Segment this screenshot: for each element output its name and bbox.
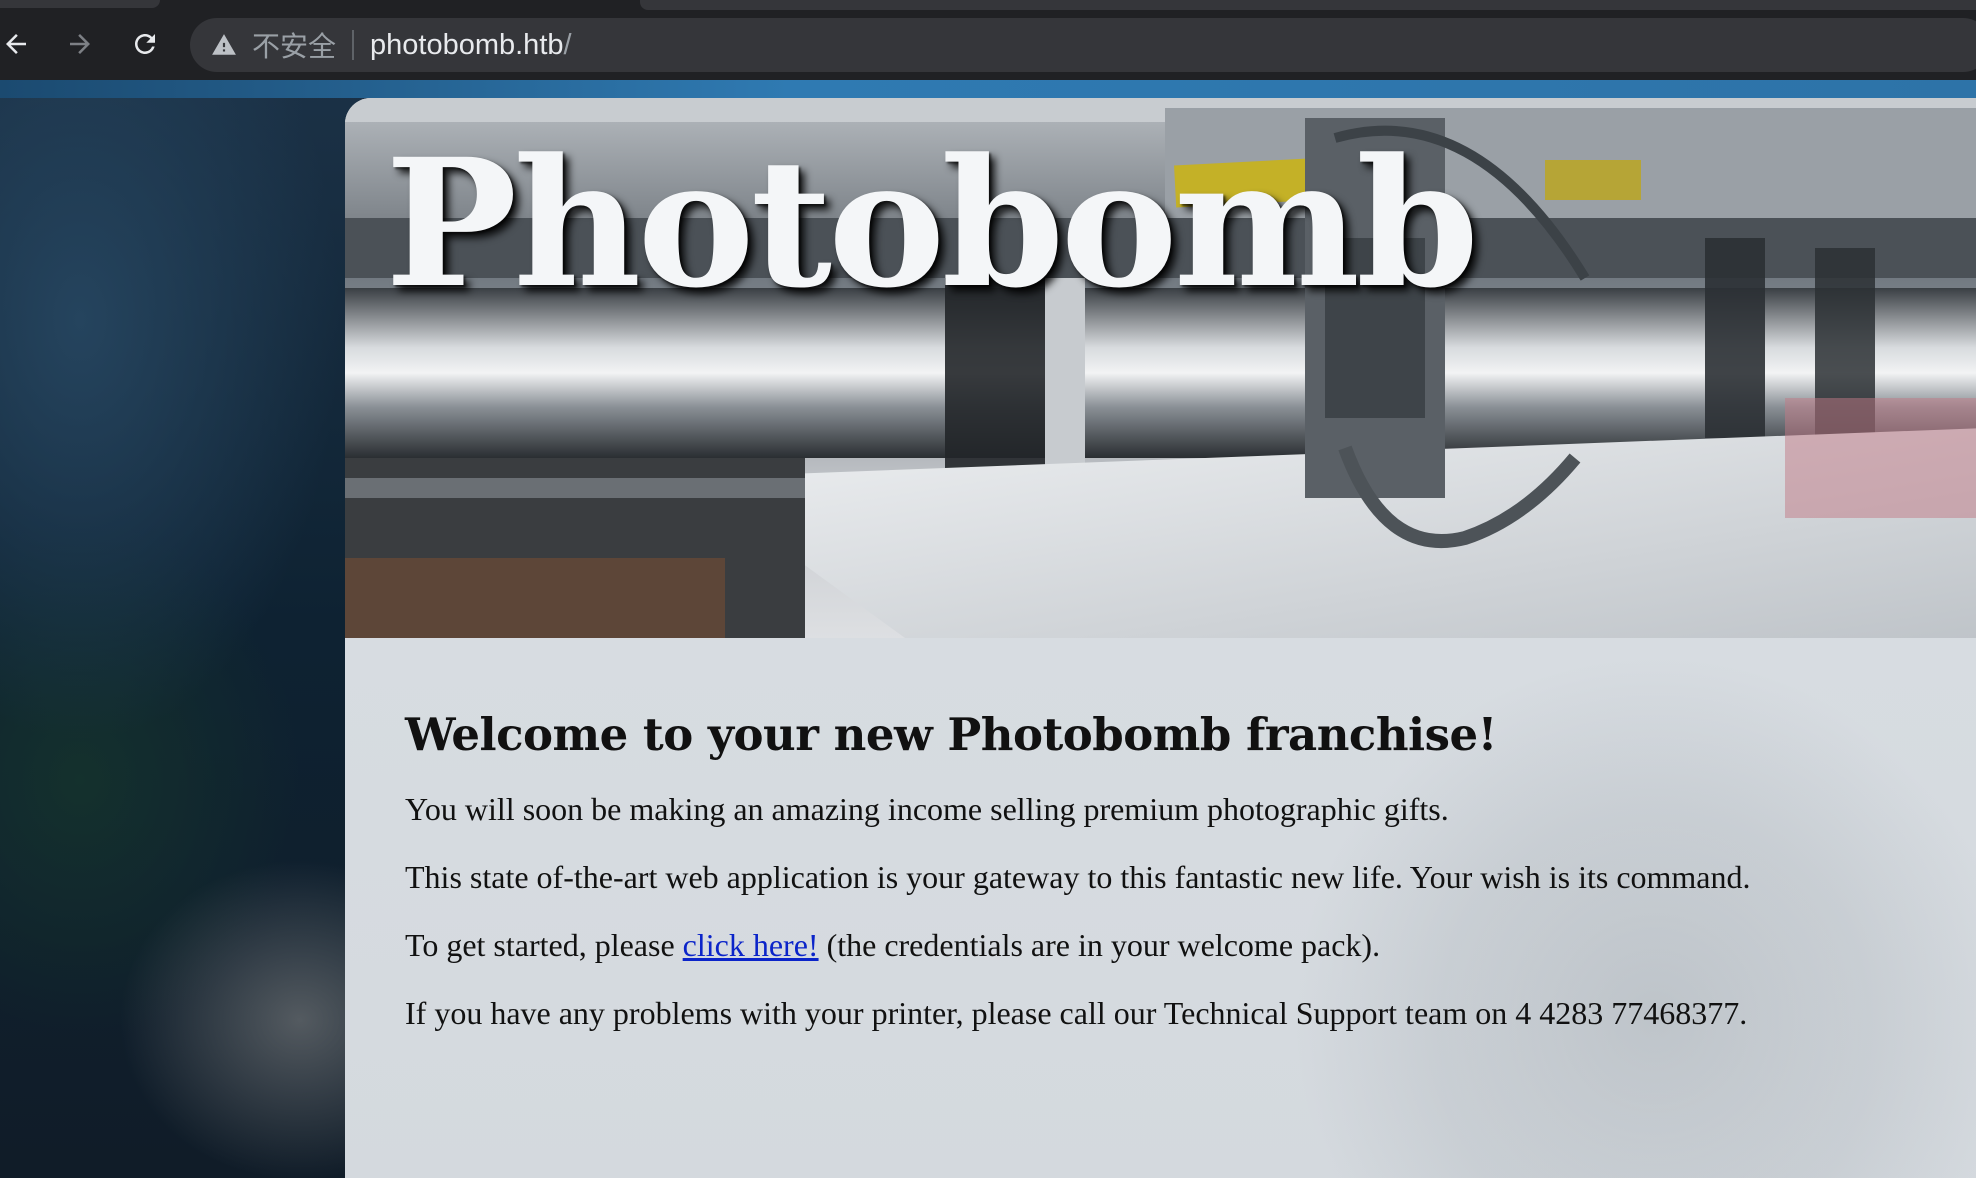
back-arrow-icon (6, 34, 26, 54)
get-started-suffix: (the credentials are in your welcome pac… (818, 927, 1381, 963)
omnibox-divider (352, 30, 355, 60)
hero-banner: Photobomb (345, 98, 1976, 638)
get-started-paragraph: To get started, please click here! (the … (405, 925, 1965, 965)
forward-arrow-icon (70, 34, 90, 54)
forward-button[interactable] (60, 24, 100, 64)
content-body: Welcome to your new Photobomb franchise!… (405, 708, 1965, 1061)
support-paragraph: If you have any problems with your print… (405, 995, 1748, 1031)
welcome-heading: Welcome to your new Photobomb franchise! (405, 708, 1497, 761)
reload-icon (135, 34, 155, 54)
tab-strip-edge (0, 0, 160, 8)
page-viewport: Photobomb Welcome to your new Photobomb … (0, 80, 1976, 1178)
gateway-paragraph: This state of-the-art web application is… (405, 859, 1751, 895)
back-button[interactable] (0, 24, 36, 64)
site-title: Photobomb (385, 120, 1479, 327)
browser-toolbar: 不安全 photobomb.htb/ (0, 0, 1976, 80)
click-here-link[interactable]: click here! (683, 927, 819, 963)
page-top-band (0, 80, 1976, 98)
tab-strip-edge-right (640, 0, 1976, 10)
get-started-prefix: To get started, please (405, 927, 683, 963)
main-content: Welcome to your new Photobomb franchise!… (345, 638, 1976, 1178)
security-status-label[interactable]: 不安全 (252, 25, 336, 65)
url-text[interactable]: photobomb.htb/ (370, 29, 572, 62)
address-bar[interactable]: 不安全 photobomb.htb/ (190, 18, 1976, 72)
page-container: Photobomb Welcome to your new Photobomb … (345, 98, 1976, 1178)
url-host: photobomb.htb (370, 28, 564, 61)
intro-paragraph: You will soon be making an amazing incom… (405, 791, 1449, 827)
url-path: / (563, 28, 572, 61)
warning-triangle-icon[interactable] (210, 31, 238, 59)
reload-button[interactable] (125, 24, 165, 64)
